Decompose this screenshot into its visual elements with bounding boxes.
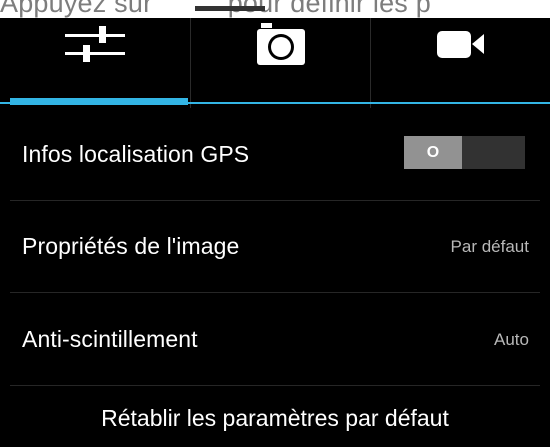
tab-bar [0, 18, 550, 108]
setting-image-label: Propriétés de l'image [22, 233, 240, 259]
setting-gps-label: Infos localisation GPS [22, 141, 250, 167]
reset-defaults-button[interactable]: Rétablir les paramètres par défaut [0, 386, 550, 447]
tab-photo[interactable] [190, 18, 370, 108]
setting-flicker-label: Anti-scintillement [22, 326, 198, 352]
tab-selected-indicator [10, 98, 188, 105]
sliders-icon [65, 26, 125, 62]
hint-menu-icon [195, 6, 265, 11]
camera-icon [256, 23, 305, 65]
hint-text-before: Appuyez sur [0, 0, 153, 18]
setting-image-value: Par défaut [450, 236, 529, 256]
hint-banner: Appuyez sur pour définir les p [0, 0, 550, 18]
setting-image-properties[interactable]: Propriétés de l'image Par défaut [0, 200, 550, 293]
setting-anti-flicker[interactable]: Anti-scintillement Auto [0, 293, 550, 386]
setting-flicker-value: Auto [494, 329, 529, 349]
tab-video[interactable] [370, 18, 550, 108]
video-camera-icon [436, 31, 484, 58]
gps-toggle-thumb: O [404, 136, 462, 169]
tab-settings[interactable] [0, 18, 190, 108]
gps-toggle[interactable]: O [404, 136, 525, 169]
